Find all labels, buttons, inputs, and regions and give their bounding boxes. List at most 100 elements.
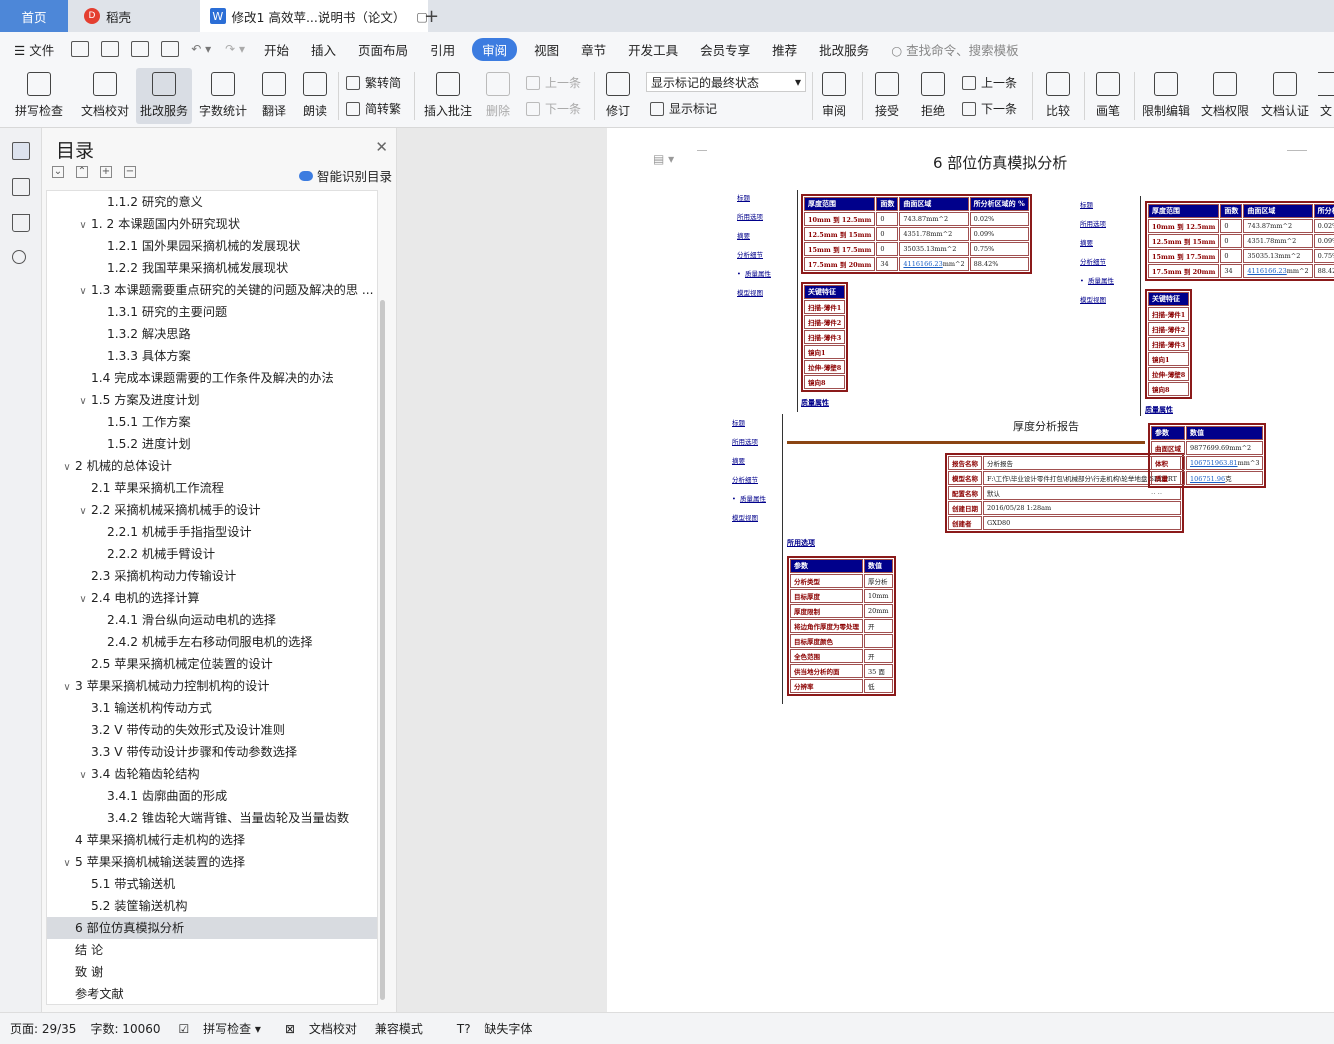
- redo-icon[interactable]: ↷ ▾: [225, 42, 245, 56]
- toc-item[interactable]: 2.1 苹果采摘机工作流程: [47, 477, 377, 499]
- chapter-icon[interactable]: [12, 178, 30, 196]
- toc-item[interactable]: 6 部位仿真模拟分析: [47, 917, 377, 939]
- nav-link-quality[interactable]: 质量属性: [1088, 277, 1114, 285]
- doc-certify-button[interactable]: 文档认证: [1258, 68, 1312, 124]
- menu-file[interactable]: ☰ 文件: [0, 40, 65, 59]
- delete-comment-button[interactable]: 删除: [478, 68, 518, 124]
- print-icon[interactable]: [131, 41, 150, 57]
- chevron-down-icon[interactable]: ∨: [75, 589, 91, 609]
- options-link[interactable]: 所用选项: [787, 538, 815, 548]
- chevron-down-icon[interactable]: ∨: [59, 457, 75, 477]
- doc-proof-button[interactable]: 文档校对: [76, 68, 134, 124]
- nav-link-title[interactable]: 标题: [1080, 199, 1093, 209]
- cell-link[interactable]: 4116166.23: [903, 260, 942, 268]
- toc-item[interactable]: 参考文献: [47, 983, 377, 1005]
- collapse-all-icon[interactable]: ⌄: [52, 166, 64, 178]
- nav-link-quality[interactable]: 质量属性: [740, 495, 766, 503]
- toc-item[interactable]: 2.3 采摘机构动力传输设计: [47, 565, 377, 587]
- toc-item[interactable]: 3.4.1 齿廓曲面的形成: [47, 785, 377, 807]
- more-ribbon-button[interactable]: 文: [1318, 68, 1334, 124]
- doc-proof-status[interactable]: ⊠ 文档校对: [275, 1020, 357, 1037]
- menu-start[interactable]: 开始: [253, 40, 300, 59]
- spell-check-status[interactable]: ☑ 拼写检查 ▾: [169, 1020, 261, 1037]
- menu-review[interactable]: 审阅: [472, 37, 518, 61]
- chevron-down-icon[interactable]: ∨: [75, 765, 91, 785]
- toc-item[interactable]: ∨ 3 苹果采摘机械动力控制机构的设计: [47, 675, 377, 697]
- nav-link-quality[interactable]: 质量属性: [745, 270, 771, 278]
- spell-check-button[interactable]: 拼写检查: [8, 68, 70, 124]
- toc-item[interactable]: ∨ 5 苹果采摘机械输送装置的选择: [47, 851, 377, 873]
- menu-layout[interactable]: 页面布局: [347, 40, 419, 59]
- toc-item[interactable]: ∨ 2.4 电机的选择计算: [47, 587, 377, 609]
- nav-link-details[interactable]: 分析细节: [732, 474, 758, 484]
- toc-item[interactable]: 1.2.2 我国苹果采摘机械发展现状: [47, 257, 377, 279]
- toc-item[interactable]: ∨ 1. 2 本课题国内外研究现状: [47, 213, 377, 235]
- chevron-down-icon[interactable]: ∨: [75, 501, 91, 521]
- cell-link[interactable]: 4116166.23: [1247, 267, 1286, 275]
- toc-item[interactable]: ∨ 2.2 采摘机械采摘机械手的设计: [47, 499, 377, 521]
- page-indicator[interactable]: 页面: 29/35: [10, 1020, 76, 1037]
- revise-button[interactable]: 修订: [600, 68, 636, 124]
- toc-item[interactable]: 5.2 装筐输送机构: [47, 895, 377, 917]
- search-icon[interactable]: [12, 250, 26, 264]
- menu-correction[interactable]: 批改服务: [808, 40, 880, 59]
- nav-link-title[interactable]: 标题: [737, 192, 750, 202]
- chevron-down-icon[interactable]: ∨: [59, 853, 75, 873]
- accept-button[interactable]: 接受: [868, 68, 906, 124]
- smart-toc-button[interactable]: 智能识别目录: [298, 166, 392, 185]
- compare-button[interactable]: 比较: [1038, 68, 1078, 124]
- nav-link-options[interactable]: 所用选项: [1080, 218, 1106, 228]
- toc-item[interactable]: 2.2.1 机械手手指指型设计: [47, 521, 377, 543]
- toc-item[interactable]: 1.3.1 研究的主要问题: [47, 301, 377, 323]
- toc-item[interactable]: 1.1.2 研究的意义: [47, 191, 377, 213]
- show-markup-button[interactable]: 显示标记: [650, 100, 717, 117]
- cell-link[interactable]: 106751963.81: [1190, 459, 1238, 467]
- toc-scrollbar[interactable]: [380, 300, 385, 1000]
- toc-item[interactable]: 4 苹果采摘机械行走机构的选择: [47, 829, 377, 851]
- toc-item[interactable]: 5.1 带式输送机: [47, 873, 377, 895]
- undo-icon[interactable]: ↶ ▾: [191, 42, 211, 56]
- tab-daoke[interactable]: D 稻壳: [72, 0, 200, 32]
- menu-insert[interactable]: 插入: [300, 40, 347, 59]
- correction-service-button[interactable]: 批改服务: [136, 68, 192, 124]
- nav-link-model-view[interactable]: 模型视图: [1080, 294, 1106, 304]
- prev-comment-button[interactable]: 上一条: [526, 74, 581, 91]
- tab-document[interactable]: W 修改1 高效苹...说明书（论文） ▢: [200, 0, 428, 32]
- toc-item[interactable]: 2.4.2 机械手左右移动伺服电机的选择: [47, 631, 377, 653]
- toc-item[interactable]: 3.1 输送机构传动方式: [47, 697, 377, 719]
- read-aloud-button[interactable]: 朗读: [298, 68, 332, 124]
- toc-item[interactable]: 3.4.2 锥齿轮大端背锥、当量齿轮及当量齿数: [47, 807, 377, 829]
- toc-item[interactable]: 结 论: [47, 939, 377, 961]
- nav-link-details[interactable]: 分析细节: [737, 249, 763, 259]
- insert-comment-button[interactable]: 插入批注: [420, 68, 476, 124]
- reject-button[interactable]: 拒绝: [914, 68, 952, 124]
- menu-recommend[interactable]: 推荐: [761, 40, 808, 59]
- next-comment-button[interactable]: 下一条: [526, 100, 581, 117]
- quality-link-a[interactable]: 质量属性: [801, 398, 829, 408]
- toc-item[interactable]: ∨ 1.5 方案及进度计划: [47, 389, 377, 411]
- menu-member[interactable]: 会员专享: [689, 40, 761, 59]
- nav-link-details[interactable]: 分析细节: [1080, 256, 1106, 266]
- tab-home[interactable]: 首页: [0, 0, 68, 32]
- chevron-down-icon[interactable]: ∨: [59, 677, 75, 697]
- toc-item[interactable]: 2.2.2 机械手臂设计: [47, 543, 377, 565]
- toc-item[interactable]: 1.3.3 具体方案: [47, 345, 377, 367]
- toc-item[interactable]: ∨ 3.4 齿轮箱齿轮结构: [47, 763, 377, 785]
- prev-change-button[interactable]: 上一条: [962, 74, 1017, 91]
- nav-link-title[interactable]: 标题: [732, 417, 745, 427]
- toc-item[interactable]: 1.5.1 工作方案: [47, 411, 377, 433]
- chevron-down-icon[interactable]: ∨: [75, 281, 91, 301]
- outline-icon[interactable]: [12, 142, 30, 160]
- cell-link[interactable]: 106751.96: [1190, 475, 1225, 483]
- toc-item[interactable]: 致 谢: [47, 961, 377, 983]
- toc-item[interactable]: 3.2 V 带传动的失效形式及设计准则: [47, 719, 377, 741]
- simp-to-trad-button[interactable]: 简转繁: [346, 100, 401, 117]
- toc-item[interactable]: 2.4.1 滑台纵向运动电机的选择: [47, 609, 377, 631]
- translate-button[interactable]: 翻译: [254, 68, 294, 124]
- remove-level-icon[interactable]: −: [124, 166, 136, 178]
- nav-link-summary[interactable]: 摘要: [1080, 237, 1093, 247]
- nav-link-options[interactable]: 所用选项: [732, 436, 758, 446]
- toc-item[interactable]: 1.3.2 解决思路: [47, 323, 377, 345]
- nav-link-model-view[interactable]: 模型视图: [732, 512, 758, 522]
- toc-item[interactable]: ∨ 1.3 本课题需要重点研究的关键的问题及解决的思 ...: [47, 279, 377, 301]
